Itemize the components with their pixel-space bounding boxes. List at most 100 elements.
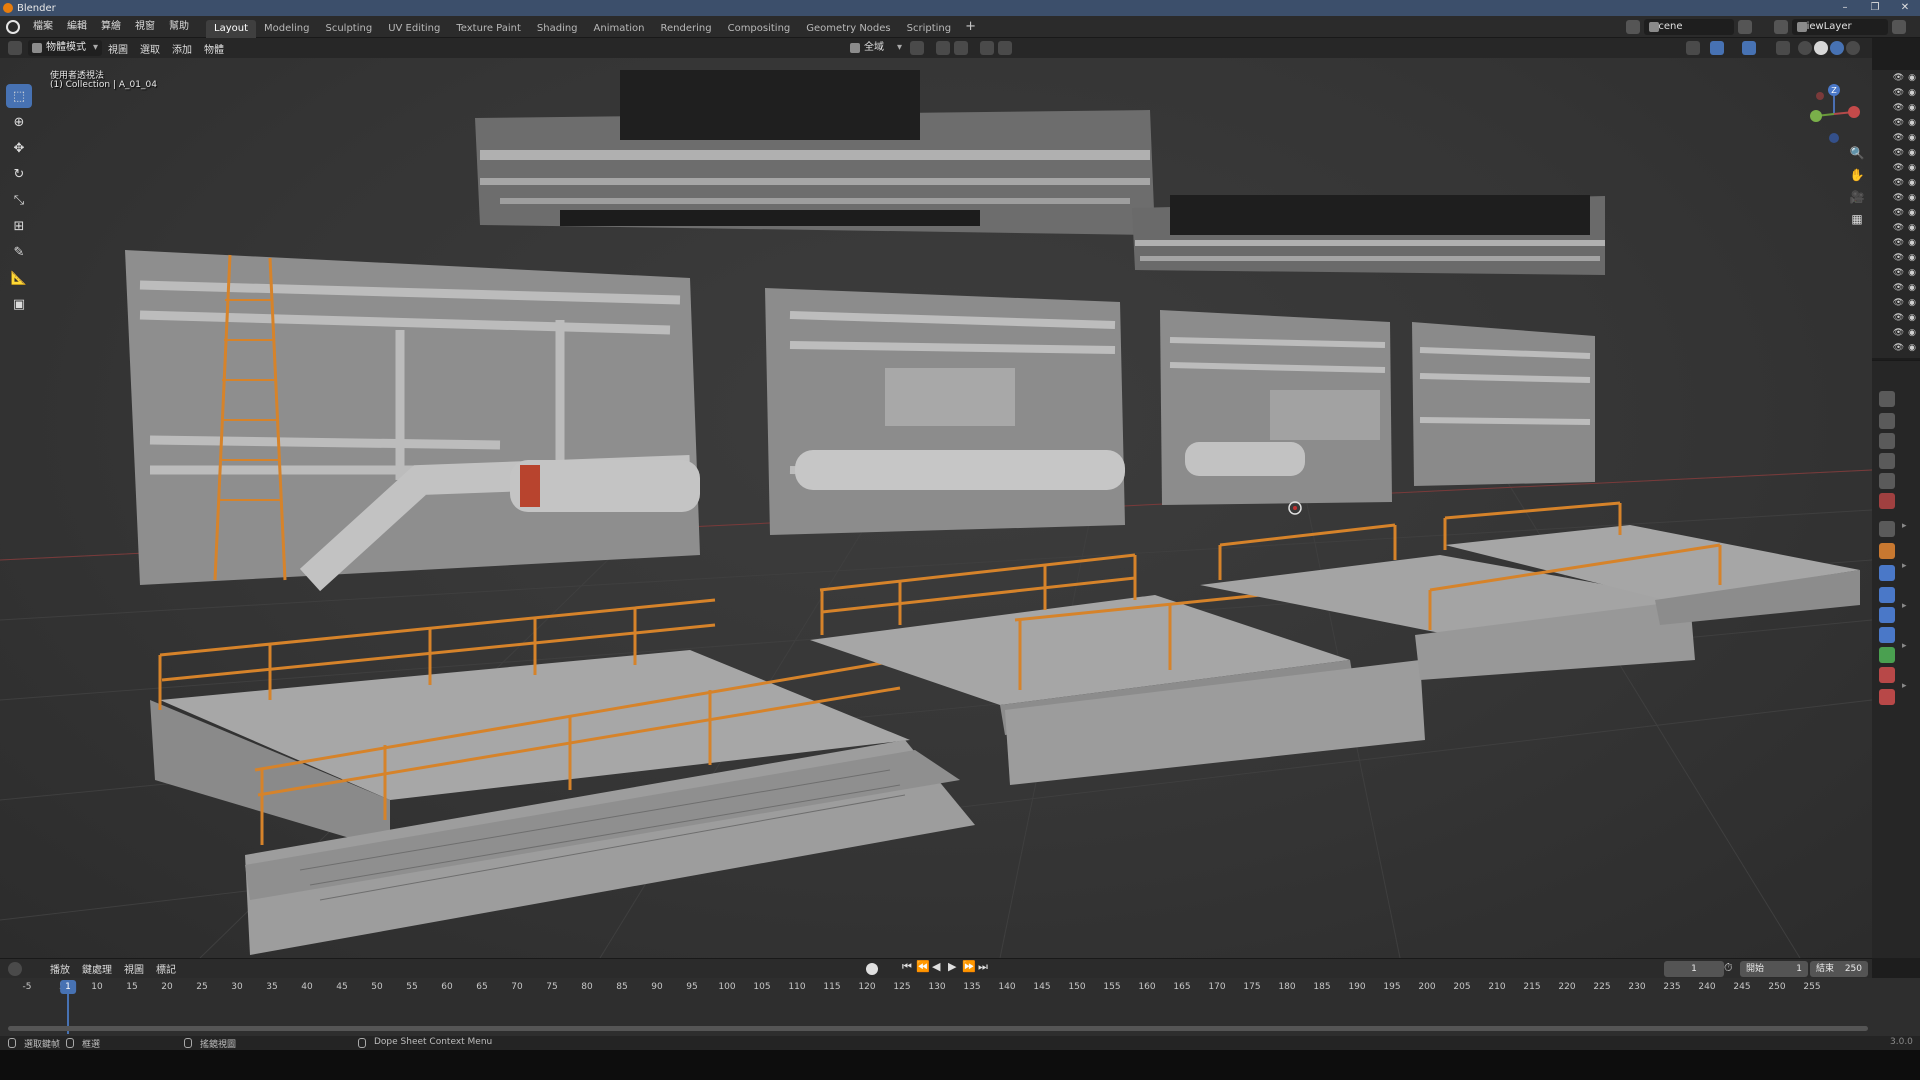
material-properties-tab-icon[interactable]: [1879, 667, 1895, 683]
visibility-eye-icon[interactable]: 👁: [1893, 193, 1904, 203]
visibility-eye-icon[interactable]: 👁: [1893, 163, 1904, 173]
outliner[interactable]: 👁 ◉ 👁 ◉ 👁 ◉ 👁 ◉ 👁 ◉ 👁 ◉ 👁 ◉ 👁 ◉ 👁 ◉ 👁 ◉ 👁 ◉ 👁 ◉ 👁 ◉ 👁…: [1872, 70, 1920, 358]
tab-scripting[interactable]: Scripting: [899, 20, 959, 38]
gizmo-toggle-icon[interactable]: [1710, 41, 1724, 55]
outliner-row[interactable]: 👁 ◉: [1872, 100, 1920, 115]
new-scene-icon[interactable]: [1738, 20, 1752, 34]
shading-solid-icon[interactable]: [1814, 41, 1828, 55]
close-button[interactable]: ✕: [1890, 0, 1920, 16]
shading-rendered-icon[interactable]: [1846, 41, 1860, 55]
menu-help[interactable]: 幫助: [162, 16, 196, 38]
timeline-scrollbar[interactable]: [8, 1026, 1868, 1031]
visibility-eye-icon[interactable]: 👁: [1893, 253, 1904, 263]
scene-browse-icon[interactable]: [1626, 20, 1640, 34]
viewlayer-selector[interactable]: ViewLayer: [1792, 19, 1888, 35]
menu-keying[interactable]: 鍵處理: [76, 961, 118, 976]
menu-window[interactable]: 視窗: [128, 16, 162, 38]
visibility-eye-icon[interactable]: 👁: [1893, 103, 1904, 113]
panel-expand-icon[interactable]: ▸: [1902, 521, 1907, 531]
play-icon[interactable]: ▶: [948, 960, 956, 973]
tab-compositing[interactable]: Compositing: [720, 20, 799, 38]
outliner-row[interactable]: 👁 ◉: [1872, 130, 1920, 145]
visibility-eye-icon[interactable]: 👁: [1893, 133, 1904, 143]
panel-expand-icon[interactable]: ▸: [1902, 641, 1907, 651]
scene-properties-tab-icon[interactable]: [1879, 473, 1895, 489]
proportional-edit-icon[interactable]: [980, 41, 994, 55]
visibility-eye-icon[interactable]: 👁: [1893, 148, 1904, 158]
outliner-row[interactable]: 👁 ◉: [1872, 265, 1920, 280]
camera-render-icon[interactable]: ◉: [1908, 73, 1916, 83]
camera-render-icon[interactable]: ◉: [1908, 223, 1916, 233]
visibility-eye-icon[interactable]: 👁: [1893, 298, 1904, 308]
add-workspace-button[interactable]: +: [959, 19, 982, 34]
camera-render-icon[interactable]: ◉: [1908, 88, 1916, 98]
outliner-row[interactable]: 👁 ◉: [1872, 175, 1920, 190]
collection-properties-tab-icon[interactable]: [1879, 521, 1895, 537]
mode-dropdown[interactable]: 物體模式: [28, 40, 102, 56]
tab-texture-paint[interactable]: Texture Paint: [448, 20, 529, 38]
outliner-row[interactable]: 👁 ◉: [1872, 235, 1920, 250]
snap-icon[interactable]: [936, 41, 950, 55]
panel-expand-icon[interactable]: ▸: [1902, 681, 1907, 691]
visibility-eye-icon[interactable]: 👁: [1893, 73, 1904, 83]
navigation-gizmo[interactable]: Z: [1806, 82, 1862, 146]
keyframe-next-icon[interactable]: ⏩: [962, 960, 976, 973]
camera-render-icon[interactable]: ◉: [1908, 268, 1916, 278]
visibility-eye-icon[interactable]: 👁: [1893, 178, 1904, 188]
visibility-eye-icon[interactable]: 👁: [1893, 223, 1904, 233]
constraint-properties-tab-icon[interactable]: [1879, 627, 1895, 643]
camera-render-icon[interactable]: ◉: [1908, 103, 1916, 113]
visibility-eye-icon[interactable]: 👁: [1893, 268, 1904, 278]
tab-modeling[interactable]: Modeling: [256, 20, 318, 38]
jump-end-icon[interactable]: ⏭: [978, 960, 988, 974]
frame-end-field[interactable]: 結束 250: [1810, 961, 1868, 977]
tab-rendering[interactable]: Rendering: [653, 20, 720, 38]
panel-expand-icon[interactable]: ▸: [1902, 601, 1907, 611]
menu-add[interactable]: 添加: [166, 41, 198, 56]
particle-properties-tab-icon[interactable]: [1879, 587, 1895, 603]
tab-layout[interactable]: Layout: [206, 19, 256, 38]
transform-orientation-dropdown[interactable]: 全域: [846, 40, 906, 56]
tool-properties-tab-icon[interactable]: [1879, 391, 1895, 407]
outliner-row[interactable]: 👁 ◉: [1872, 115, 1920, 130]
visibility-icon[interactable]: [1686, 41, 1700, 55]
tab-animation[interactable]: Animation: [586, 20, 653, 38]
timeline[interactable]: -551015202530354045505560657075808590951…: [0, 978, 1920, 1036]
move-tool[interactable]: ✥: [6, 136, 32, 160]
new-viewlayer-icon[interactable]: [1892, 20, 1906, 34]
tab-shading[interactable]: Shading: [529, 20, 586, 38]
xray-icon[interactable]: [1776, 41, 1790, 55]
visibility-eye-icon[interactable]: 👁: [1893, 208, 1904, 218]
camera-render-icon[interactable]: ◉: [1908, 163, 1916, 173]
visibility-eye-icon[interactable]: 👁: [1893, 313, 1904, 323]
pan-view-icon[interactable]: ✋: [1846, 168, 1868, 188]
tab-geometry-nodes[interactable]: Geometry Nodes: [798, 20, 898, 38]
frame-start-field[interactable]: 開始 1: [1740, 961, 1808, 977]
select-box-tool[interactable]: ⬚: [6, 84, 32, 108]
camera-render-icon[interactable]: ◉: [1908, 313, 1916, 323]
zoom-view-icon[interactable]: 🔍: [1846, 146, 1868, 166]
object-properties-tab-icon[interactable]: [1879, 543, 1895, 559]
annotate-tool[interactable]: ✎: [6, 240, 32, 264]
panel-expand-icon[interactable]: ▸: [1902, 561, 1907, 571]
falloff-icon[interactable]: [998, 41, 1012, 55]
scene-selector[interactable]: Scene: [1644, 19, 1734, 35]
camera-view-icon[interactable]: 🎥: [1846, 190, 1868, 210]
transform-tool[interactable]: ⊞: [6, 214, 32, 238]
menu-edit[interactable]: 編輯: [60, 16, 94, 38]
visibility-eye-icon[interactable]: 👁: [1893, 328, 1904, 338]
visibility-eye-icon[interactable]: 👁: [1893, 118, 1904, 128]
measure-tool[interactable]: 📐: [6, 266, 32, 290]
current-frame-field[interactable]: 1: [1664, 961, 1724, 977]
camera-render-icon[interactable]: ◉: [1908, 118, 1916, 128]
camera-render-icon[interactable]: ◉: [1908, 238, 1916, 248]
overlay-toggle-icon[interactable]: [1742, 41, 1756, 55]
menu-object[interactable]: 物體: [198, 41, 230, 56]
camera-render-icon[interactable]: ◉: [1908, 133, 1916, 143]
camera-render-icon[interactable]: ◉: [1908, 283, 1916, 293]
snap-target-icon[interactable]: [954, 41, 968, 55]
jump-start-icon[interactable]: ⏮: [902, 960, 912, 974]
visibility-eye-icon[interactable]: 👁: [1893, 238, 1904, 248]
3d-viewport[interactable]: 使用者透視法 (1) Collection | A_01_04: [0, 58, 1872, 958]
keyframe-prev-icon[interactable]: ⏪: [916, 960, 930, 973]
